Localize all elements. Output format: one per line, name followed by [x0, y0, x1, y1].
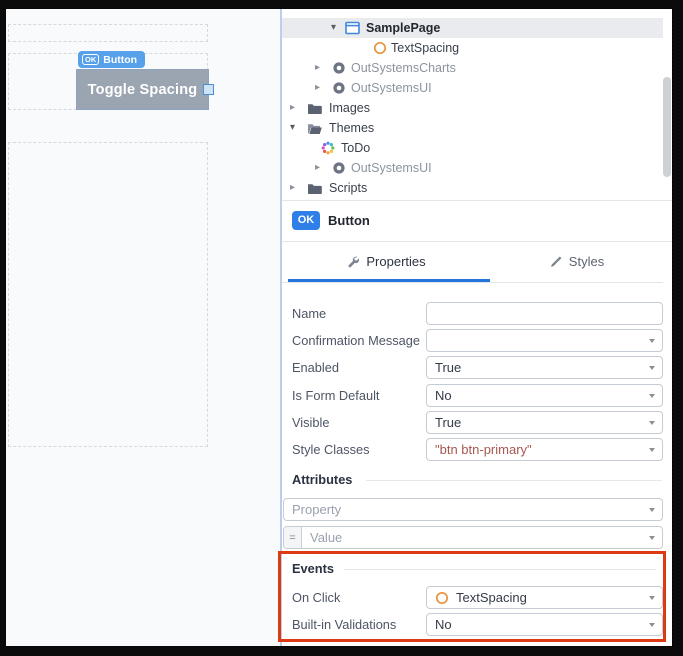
dropdown-caret-icon	[649, 596, 655, 600]
toggle-spacing-button[interactable]: Toggle Spacing	[76, 69, 209, 110]
tree-item-label[interactable]: Images	[329, 98, 370, 118]
folder-open-icon	[308, 124, 322, 134]
chevron-right-icon[interactable]: ▸	[315, 78, 320, 98]
web-screen-icon	[345, 21, 360, 35]
built-in-validations-select[interactable]: No	[426, 613, 663, 636]
field-label-enabled: Enabled	[292, 360, 339, 375]
tab-properties[interactable]: Properties	[282, 241, 490, 282]
section-rule	[366, 480, 662, 481]
on-click-select[interactable]: TextSpacing	[426, 586, 663, 609]
dependency-icon	[333, 62, 345, 74]
dropdown-caret-icon	[649, 448, 655, 452]
tree-item-outsystemsui-theme[interactable]: ▸ OutSystemsUI	[282, 158, 663, 178]
screenshot-frame: OK Button Toggle Spacing ▾ SamplePage Te…	[0, 0, 683, 656]
editor-canvas[interactable]: OK Button Toggle Spacing	[6, 9, 280, 646]
tree-item-label[interactable]: OutSystemsUI	[351, 158, 432, 178]
name-input[interactable]	[426, 302, 663, 325]
field-label-visible: Visible	[292, 415, 330, 430]
dependency-icon	[333, 162, 345, 174]
dropdown-caret-icon	[649, 536, 655, 540]
events-section-title: Events	[292, 561, 334, 576]
ok-button-badge: OK	[292, 211, 320, 230]
folder-icon	[308, 184, 322, 194]
tree-item-textspacing[interactable]: TextSpacing	[282, 38, 663, 58]
dependency-icon	[333, 82, 345, 94]
attribute-property-select[interactable]: Property	[283, 498, 663, 521]
tab-label: Properties	[366, 254, 426, 269]
divider	[282, 200, 672, 201]
attribute-value-select[interactable]: = Value	[283, 526, 663, 549]
tree-item-outsystemsui[interactable]: ▸ OutSystemsUI	[282, 78, 663, 98]
field-label-on-click: On Click	[292, 590, 341, 605]
chevron-right-icon[interactable]: ▸	[290, 178, 295, 198]
chevron-down-icon[interactable]: ▾	[290, 118, 295, 138]
screen-action-icon	[373, 41, 387, 55]
tab-styles[interactable]: Styles	[490, 241, 663, 282]
section-rule	[344, 569, 656, 570]
tree-item-label[interactable]: ToDo	[341, 138, 370, 158]
theme-icon	[321, 141, 335, 155]
tree-item-label[interactable]: Scripts	[329, 178, 367, 198]
tree-item-scripts[interactable]: ▸ Scripts	[282, 178, 663, 198]
wrench-icon	[348, 256, 360, 268]
field-label-built-in-validations: Built-in Validations	[292, 617, 397, 632]
equals-icon: =	[284, 527, 302, 548]
tree-item-outsystemscharts[interactable]: ▸ OutSystemsCharts	[282, 58, 663, 78]
app-window: OK Button Toggle Spacing ▾ SamplePage Te…	[5, 8, 673, 647]
dropdown-caret-icon	[649, 623, 655, 627]
tree-item-images[interactable]: ▸ Images	[282, 98, 663, 118]
widget-type-label: Button	[103, 53, 138, 66]
selected-element-title: Button	[328, 213, 370, 228]
tree-item-label[interactable]: OutSystemsCharts	[351, 58, 456, 78]
enabled-select[interactable]: True	[426, 356, 663, 379]
chevron-down-icon[interactable]: ▾	[331, 18, 336, 38]
dropdown-caret-icon	[649, 508, 655, 512]
scrollbar-thumb[interactable]	[663, 77, 671, 177]
tree-item-themes[interactable]: ▾ Themes	[282, 118, 663, 138]
dropdown-caret-icon	[649, 421, 655, 425]
attributes-section-title: Attributes	[292, 472, 353, 487]
active-tab-indicator	[288, 279, 490, 282]
chevron-right-icon[interactable]: ▸	[315, 158, 320, 178]
is-form-default-select[interactable]: No	[426, 384, 663, 407]
chevron-right-icon[interactable]: ▸	[315, 58, 320, 78]
ok-mini-icon: OK	[82, 54, 100, 65]
widget-type-badge: OK Button	[78, 51, 146, 68]
inspector-tabs: Properties Styles	[282, 241, 663, 283]
folder-icon	[308, 104, 322, 114]
tree-item-todo[interactable]: ToDo	[282, 138, 663, 158]
field-label-is-form-default: Is Form Default	[292, 388, 380, 403]
field-label-style-classes: Style Classes	[292, 442, 370, 457]
dropdown-caret-icon	[649, 366, 655, 370]
confirmation-message-select[interactable]	[426, 329, 663, 352]
screen-action-icon	[435, 591, 449, 604]
tree-item-label[interactable]: TextSpacing	[391, 38, 459, 58]
selection-resize-handle[interactable]	[203, 84, 214, 95]
field-label-name: Name	[292, 306, 327, 321]
visible-select[interactable]: True	[426, 411, 663, 434]
dropdown-caret-icon	[649, 394, 655, 398]
empty-container-placeholder[interactable]	[8, 142, 208, 447]
tab-label: Styles	[568, 254, 605, 269]
dropdown-caret-icon	[649, 339, 655, 343]
chevron-right-icon[interactable]: ▸	[290, 98, 295, 118]
tree-item-label[interactable]: Themes	[329, 118, 374, 138]
field-label-confirmation-message: Confirmation Message	[292, 333, 421, 348]
tree-item-label[interactable]: SamplePage	[366, 18, 440, 38]
inspector-panel: ▾ SamplePage TextSpacing ▸ OutSystemsCha…	[282, 9, 672, 646]
pencil-icon	[550, 256, 562, 267]
tree-item-samplepage[interactable]: ▾ SamplePage	[282, 18, 663, 38]
style-classes-select[interactable]: "btn btn-primary"	[426, 438, 663, 461]
empty-row-placeholder[interactable]	[8, 24, 208, 42]
tree-item-label[interactable]: OutSystemsUI	[351, 78, 432, 98]
